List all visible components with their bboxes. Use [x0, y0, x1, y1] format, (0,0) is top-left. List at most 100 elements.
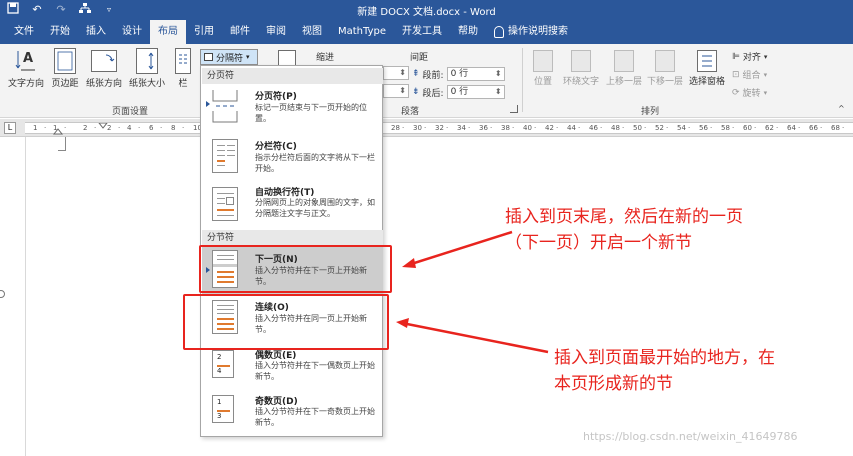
spacing-after-icon: ⇟ — [412, 87, 420, 97]
ribbon-tabs: 文件 开始 插入 设计 布局 引用 邮件 审阅 视图 MathType 开发工具… — [0, 20, 853, 44]
spacing-before-row: ⇞ 段前: 0 行 — [412, 67, 505, 81]
menu-item-text-wrapping[interactable]: 自动换行符(T) 分隔网页上的对象周围的文字，如分隔题注文字与正文。 — [202, 183, 383, 228]
ruler-tick-label: 58 — [721, 124, 730, 132]
ruler-tick-dot: · — [754, 124, 757, 132]
ruler-tick-label: 34 — [457, 124, 466, 132]
spacing-before-label: 段前: — [422, 70, 444, 81]
ruler-tick-dot: · — [776, 124, 779, 132]
text-direction-button[interactable]: A 文字方向 — [6, 48, 46, 89]
send-backward-button[interactable]: 下移一层 — [645, 50, 685, 87]
tab-selector[interactable]: L — [4, 122, 16, 134]
group-icon: ⊡ — [732, 69, 740, 80]
tab-layout[interactable]: 布局 — [150, 20, 186, 44]
ruler-tick-label: 30 — [413, 124, 422, 132]
ruler-tick-label: 50 — [633, 124, 642, 132]
ruler-tick-label: 64 — [787, 124, 796, 132]
spacing-before-field[interactable]: 0 行 — [446, 67, 505, 81]
columns-button[interactable]: 栏 — [172, 48, 194, 89]
orientation-icon — [91, 50, 117, 72]
spacing-after-field[interactable]: 0 行 — [446, 85, 505, 99]
ruler-tick-dot: · — [94, 124, 97, 132]
ruler-tick-dot: · — [446, 124, 449, 132]
text-wrapping-desc: 分隔网页上的对象周围的文字，如分隔题注文字与正文。 — [255, 198, 375, 218]
ruler-tick-label: 4 — [127, 124, 132, 132]
indent-left-field[interactable] — [383, 66, 409, 80]
ruler-tick-dot: · — [64, 124, 67, 132]
tab-home[interactable]: 开始 — [42, 20, 78, 44]
breaks-button[interactable]: 分隔符 ▾ — [200, 49, 258, 65]
bring-forward-button[interactable]: 上移一层 — [604, 50, 644, 87]
chevron-down-icon: ▾ — [763, 52, 768, 61]
ruler-tick-dot: · — [424, 124, 427, 132]
text-boundary-corner — [58, 137, 66, 151]
chevron-down-icon: ▾ — [246, 53, 250, 61]
annotation-continuous: 插入到页面最开始的地方，在 本页形成新的节 — [554, 345, 775, 397]
tab-mathtype[interactable]: MathType — [330, 20, 394, 44]
wrap-text-icon — [571, 50, 591, 72]
document-page[interactable] — [0, 137, 853, 456]
ruler-tick-dot: · — [118, 124, 121, 132]
menu-item-even-page[interactable]: 2 4 偶数页(E) 插入分节符并在下一偶数页上开始新节。 — [202, 346, 383, 391]
tab-insert[interactable]: 插入 — [78, 20, 114, 44]
size-button[interactable]: 纸张大小 — [126, 48, 168, 89]
selection-pane-icon — [697, 50, 717, 72]
menu-item-page-break[interactable]: 分页符(P) 标记一页结束与下一页开始的位置。 — [202, 85, 383, 135]
ruler-tick-dot: · — [666, 124, 669, 132]
svg-text:A: A — [23, 51, 33, 66]
ruler-tick-dot: · — [512, 124, 515, 132]
spacing-after-row: ⇟ 段后: 0 行 — [412, 85, 505, 99]
menu-item-column-break[interactable]: 分栏符(C) 指示分栏符后面的文字将从下一栏开始。 — [202, 135, 383, 183]
resize-handle[interactable] — [0, 290, 5, 298]
ruler-tick-dot: · — [644, 124, 647, 132]
chevron-down-icon: ▾ — [763, 88, 768, 97]
ruler-tick-label: 62 — [765, 124, 774, 132]
tab-help[interactable]: 帮助 — [450, 20, 486, 44]
ruler-tick-dot: · — [556, 124, 559, 132]
menu-item-odd-page[interactable]: 1 3 奇数页(D) 插入分节符并在下一奇数页上开始新节。 — [202, 391, 383, 436]
ruler-tick-label: 32 — [435, 124, 444, 132]
tab-view[interactable]: 视图 — [294, 20, 330, 44]
wrap-text-button[interactable]: 环绕文字 — [560, 50, 602, 87]
paragraph-dialog-launcher-icon[interactable] — [510, 105, 518, 113]
annotation-continuous-line1: 插入到页面最开始的地方，在 — [554, 348, 775, 368]
selection-pane-button[interactable]: 选择窗格 — [688, 50, 726, 87]
send-backward-label: 下移一层 — [646, 77, 683, 87]
group-separator — [522, 48, 523, 112]
ruler-tick-dot: · — [710, 124, 713, 132]
position-icon — [533, 50, 553, 72]
tab-developer[interactable]: 开发工具 — [394, 20, 450, 44]
indent-right-field[interactable] — [383, 84, 409, 98]
arrange-group-label: 排列 — [640, 107, 659, 117]
ruler-track[interactable]: 1·1·2·2·4·6·8·10·12·14·16·18·20·22·24·26… — [25, 122, 853, 135]
group-label: 组合 — [742, 71, 761, 81]
paragraph-group-label: 段落 — [400, 107, 419, 117]
ruler-tick-label: 2 — [107, 124, 112, 132]
tab-review[interactable]: 审阅 — [258, 20, 294, 44]
tab-references[interactable]: 引用 — [186, 20, 222, 44]
size-label: 纸张大小 — [128, 79, 165, 89]
tab-file[interactable]: 文件 — [6, 20, 42, 44]
margins-button[interactable]: 页边距 — [48, 48, 82, 89]
orientation-button[interactable]: 纸张方向 — [84, 48, 124, 89]
tab-design[interactable]: 设计 — [114, 20, 150, 44]
ruler-tick-label: 44 — [567, 124, 576, 132]
position-button[interactable]: 位置 — [530, 50, 556, 87]
group-objects-button[interactable]: ⊡ 组合 ▾ — [732, 68, 767, 82]
collapse-ribbon-icon[interactable]: ^ — [838, 104, 845, 113]
ruler-tick-dot: · — [842, 124, 845, 132]
ruler-tick-label: 60 — [743, 124, 752, 132]
ruler-tick-label: 8 — [171, 124, 176, 132]
tab-mailings[interactable]: 邮件 — [222, 20, 258, 44]
text-direction-label: 文字方向 — [7, 79, 44, 89]
rotate-button[interactable]: ⟳ 旋转 ▾ — [732, 86, 768, 100]
ruler-tick-label: 2 — [83, 124, 88, 132]
align-button[interactable]: ⊫ 对齐 ▾ — [732, 50, 768, 64]
annotation-continuous-line2: 本页形成新的节 — [554, 374, 673, 394]
spacing-label: 间距 — [410, 53, 429, 63]
align-icon: ⊫ — [732, 51, 740, 62]
tell-me-search[interactable]: 操作说明搜索 — [486, 20, 576, 44]
title-bar: ↶ ↷ ▿ 新建 DOCX 文档.docx - Word — [0, 0, 853, 20]
margins-icon — [54, 48, 76, 74]
spacing-after-label: 段后: — [422, 88, 444, 99]
ruler-tick-label: 1 — [33, 124, 38, 132]
